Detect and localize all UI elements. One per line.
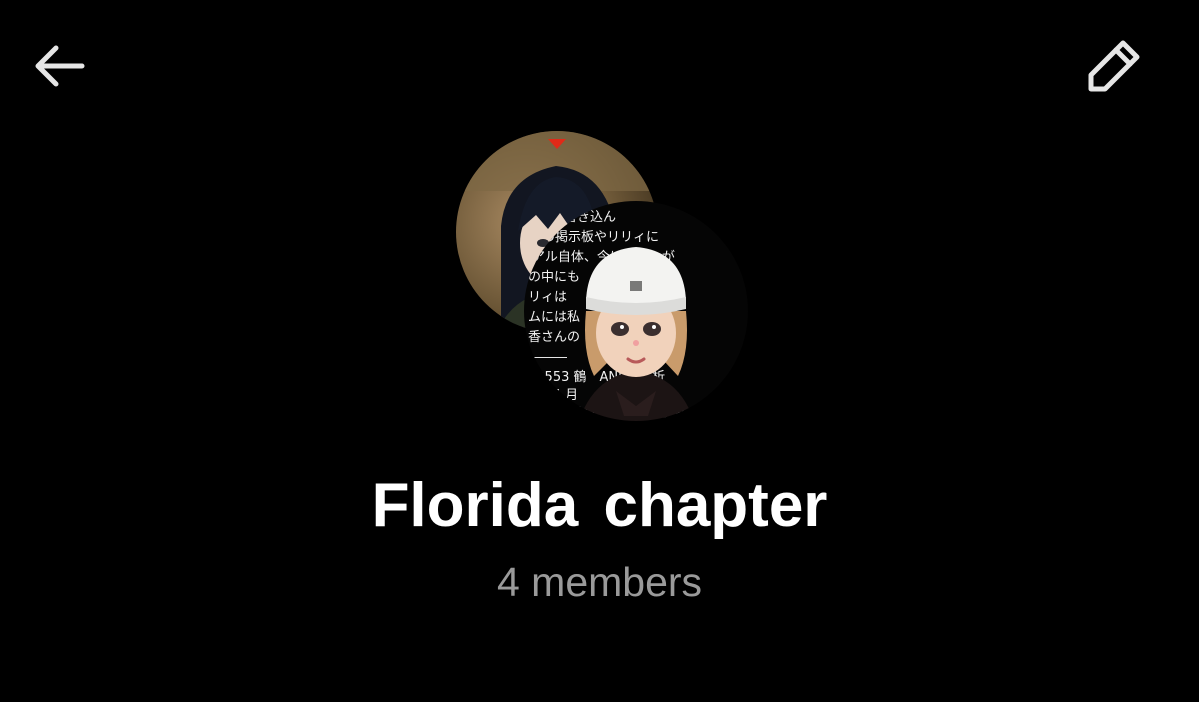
group-avatar-stack[interactable]: 書き込ん の掲示板やリリィに アル自体、今はリリィが の中にも かが動き リィは… [456,131,756,421]
member-count[interactable]: 4 members [0,556,1199,608]
edit-button[interactable] [1083,33,1147,97]
arrow-left-icon [35,45,85,87]
member-avatar-2: 書き込ん の掲示板やリリィに アル自体、今はリリィが の中にも かが動き リィは… [524,201,748,421]
svg-text:―――: ――― [528,350,567,365]
svg-text:の掲示板やリリィに: の掲示板やリリィに [542,229,659,245]
group-title: Florida chapter [371,471,828,540]
back-button[interactable] [27,34,91,98]
top-bar [0,0,1199,130]
pencil-icon [1088,40,1140,92]
